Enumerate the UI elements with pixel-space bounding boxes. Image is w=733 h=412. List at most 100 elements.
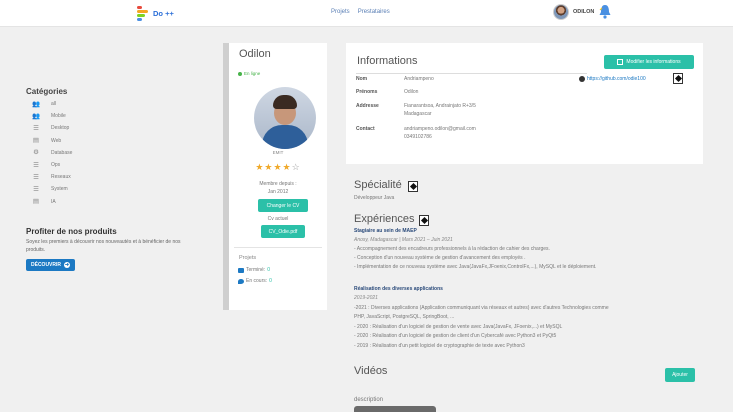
divider [234, 247, 322, 248]
member-since-label: Membre depuis : [259, 181, 297, 187]
category-item-web[interactable]: ▤ Web [32, 135, 72, 147]
online-status-label: En ligne [244, 71, 261, 76]
cv-file-button[interactable]: CV_Odie.pdf [261, 225, 305, 238]
experience-heading: Réalisation des diverses applications [354, 286, 443, 292]
member-since: Membre depuis : Jan 2012 [229, 180, 327, 196]
user-menu[interactable]: ODILON [553, 4, 612, 20]
experience-subtitle: Anosy, Madagascar | Mars 2021 – Juin 202… [354, 237, 453, 243]
users-icon: 👥 [32, 100, 41, 108]
projects-done: Terminé: 0 [238, 267, 270, 273]
projects-title: Projets [239, 255, 257, 261]
promo-text: Soyez les premiers à découvrir nos nouve… [26, 239, 181, 253]
projects-ongoing-label: En cours: [246, 278, 268, 284]
category-label: Ops [51, 162, 61, 169]
discover-label: DÉCOUVRIR [31, 262, 62, 268]
info-value: andriampeno.odilon@gmail.com 0349102786 [404, 125, 476, 141]
rating-stars: ★★★★☆ [229, 162, 327, 173]
category-item-ops[interactable]: ☰ Ops [32, 159, 72, 171]
projects-ongoing: En cours: 0 [238, 278, 272, 284]
user-name[interactable]: ODILON [573, 9, 594, 15]
address-line-2: Madagascar [404, 111, 432, 117]
promo-title: Profiter de nos produits [26, 227, 117, 236]
bell-icon[interactable] [598, 4, 612, 20]
server-icon: ☰ [33, 173, 39, 181]
info-row-contact: Contact andriampeno.odilon@gmail.com 0349… [356, 125, 476, 141]
avatar[interactable] [553, 4, 569, 20]
github-link[interactable]: https://github.com/odie100 [579, 76, 646, 82]
video-description-label: description [354, 397, 384, 403]
category-label: Web [51, 137, 62, 144]
category-label: Database [51, 149, 73, 156]
arrow-right-icon: ➜ [64, 262, 71, 268]
experience-heading: Stagiaire au sein de MAEP [354, 228, 417, 234]
experience-line: - 2019 : Réalisation d'un petit logiciel… [354, 343, 525, 349]
category-label: Desktop [51, 125, 70, 132]
category-item-database[interactable]: ⚙ Database [32, 147, 72, 159]
video-thumbnail[interactable] [354, 406, 436, 412]
category-label: System [51, 186, 68, 193]
edit-icon [617, 59, 624, 65]
category-item-system[interactable]: ☰ System [32, 183, 72, 195]
edit-experiences-icon[interactable] [419, 215, 429, 226]
experience-line: - Conception d'un nouveau système de ges… [354, 255, 526, 261]
github-url: https://github.com/odie100 [587, 76, 646, 82]
brand-logo[interactable]: Do ++ [137, 6, 174, 21]
server-icon: ☰ [33, 161, 39, 169]
add-video-button[interactable]: Ajouter [665, 368, 695, 382]
info-value: Andriampeno [404, 76, 434, 82]
specialty-value: Développeur Java [354, 195, 395, 201]
main-nav: Projets Prestataires [331, 9, 390, 15]
projects-done-count: 0 [267, 267, 270, 273]
category-item-reseaux[interactable]: ☰ Reseaux [32, 171, 72, 183]
info-card: Informations Modifier les informations N… [346, 43, 703, 164]
server-icon: ☰ [33, 124, 39, 132]
experience-line: - Implémentation de ce nouveau système a… [354, 264, 597, 270]
category-label: Mobile [51, 113, 66, 120]
edit-github-icon[interactable] [673, 73, 683, 84]
experience-subtitle: 2019-2021 [354, 295, 378, 301]
experience-line: - Accompagnement des encadreurs professi… [354, 246, 550, 252]
chat-icon [238, 278, 244, 284]
rating-empty: ☆ [291, 162, 301, 172]
info-key: Nom [356, 76, 368, 82]
experience-line: - 2020 : Réalisation d'un logiciel de ge… [354, 324, 563, 330]
nav-link-projets[interactable]: Projets [331, 9, 350, 15]
truck-icon [238, 267, 244, 273]
contact-email: andriampeno.odilon@gmail.com [404, 126, 476, 132]
edit-info-button[interactable]: Modifier les informations [604, 55, 694, 69]
experience-line: - 2020 : Réalisation d'un logiciel de ge… [354, 333, 557, 339]
info-row-nom: Nom Andriampeno [356, 75, 434, 83]
categories-list: 👥 all 👥 Mobile ☰ Desktop ▤ Web ⚙ Database ☰ Op… [32, 98, 72, 208]
profile-photo [254, 87, 316, 149]
nav-link-prestataires[interactable]: Prestataires [358, 9, 390, 15]
category-item-mobile[interactable]: 👥 Mobile [32, 110, 72, 122]
users-icon: 👥 [32, 112, 41, 120]
info-row-addresse: Addresse Fianarantsoa, Andrainjato R+3/5… [356, 102, 476, 118]
profile-card: Odilon En ligne EMIT ★★★★☆ Membre depuis… [223, 43, 327, 310]
contact-phone: 0349102786 [404, 134, 432, 140]
logo-icon [137, 6, 148, 21]
category-item-all[interactable]: 👥 all [32, 98, 72, 110]
divider [356, 73, 587, 74]
profile-name: Odilon [239, 48, 271, 60]
address-line-1: Fianarantsoa, Andrainjato R+3/5 [404, 103, 476, 109]
categories-title: Catégories [26, 87, 68, 96]
specialty-title: Spécialité [354, 179, 402, 191]
projects-done-label: Terminé: [246, 267, 266, 273]
category-item-ia[interactable]: ▤ IA [32, 196, 72, 208]
edit-specialty-icon[interactable] [408, 181, 418, 192]
projects-ongoing-count: 0 [269, 278, 272, 284]
info-key: Addresse [356, 103, 379, 109]
info-title: Informations [357, 55, 418, 67]
experience-line: -2021 : Diverses applications (Applicati… [354, 305, 609, 311]
category-item-desktop[interactable]: ☰ Desktop [32, 122, 72, 134]
window-icon: ▤ [32, 198, 40, 206]
category-label: IA [51, 198, 56, 205]
experiences-title: Expériences [354, 213, 415, 225]
current-cv-label: Cv actuel [267, 216, 289, 222]
change-cv-button[interactable]: Changer le CV [258, 199, 308, 212]
online-dot-icon [238, 71, 242, 76]
edit-info-label: Modifier les informations [626, 59, 681, 65]
discover-button[interactable]: DÉCOUVRIR ➜ [26, 259, 76, 271]
window-icon: ▤ [32, 137, 40, 145]
